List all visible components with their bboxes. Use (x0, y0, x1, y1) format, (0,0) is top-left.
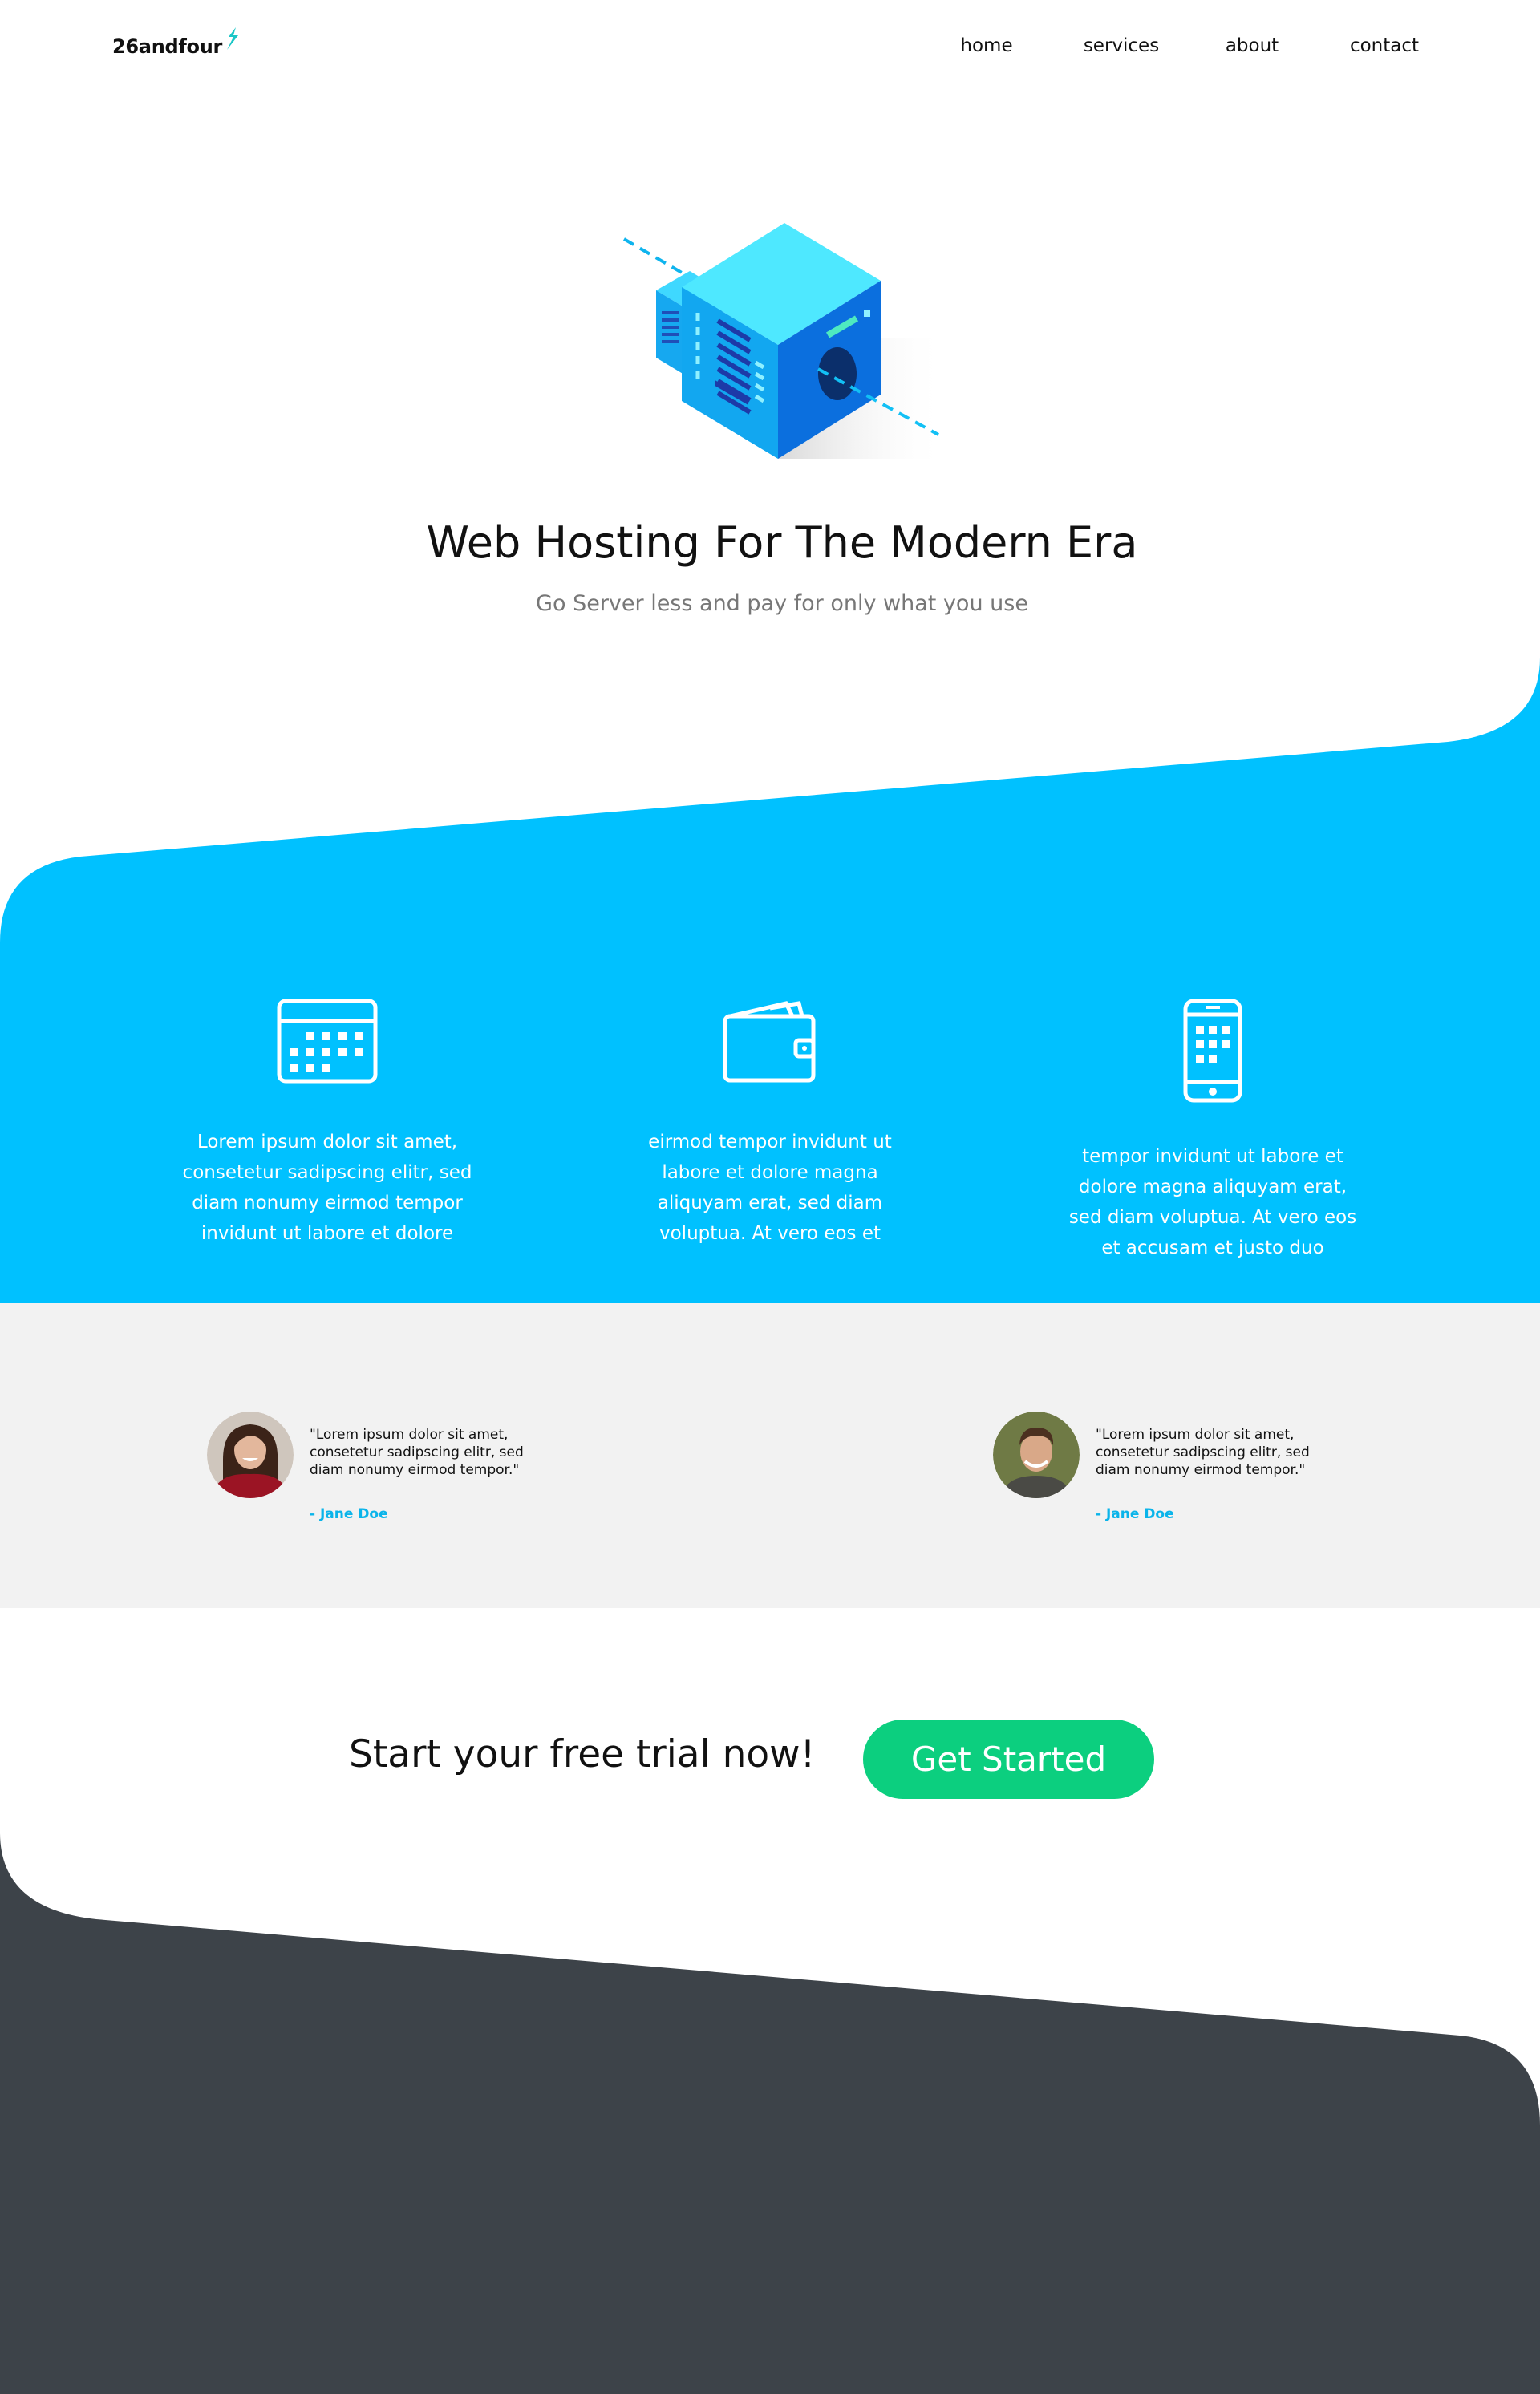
feature-text: tempor invidunt ut labore et dolore magn… (1068, 1146, 1357, 1258)
feature-wallet: eirmod tempor invidunt ut labore et dolo… (610, 999, 930, 1249)
footer-band (0, 1833, 1540, 2394)
testimonial-author: - Jane Doe (310, 1506, 388, 1522)
logo-text: 26andfour (112, 35, 223, 58)
nav-contact[interactable]: contact (1348, 35, 1420, 56)
nav-home[interactable]: home (958, 35, 1015, 56)
testimonial-card: "Lorem ipsum dolor sit amet, consetetur … (993, 1412, 1362, 1522)
feature-calendar: Lorem ipsum dolor sit amet, consetetur s… (167, 999, 488, 1249)
feature-text: eirmod tempor invidunt ut labore et dolo… (648, 1132, 892, 1244)
smartphone-icon (1183, 999, 1242, 1103)
testimonial-quote: "Lorem ipsum dolor sit amet, consetetur … (1096, 1427, 1310, 1478)
nav-about[interactable]: about (1224, 35, 1280, 56)
main-nav: home services about contact (958, 35, 1420, 56)
wallet-icon (723, 1001, 816, 1083)
hero-subtitle: Go Server less and pay for only what you… (536, 591, 1028, 616)
testimonial-card: "Lorem ipsum dolor sit amet, consetetur … (207, 1412, 576, 1522)
hero-title: Web Hosting For The Modern Era (426, 517, 1138, 568)
testimonial-quote: "Lorem ipsum dolor sit amet, consetetur … (310, 1427, 524, 1478)
testimonial-author: - Jane Doe (1096, 1506, 1174, 1522)
isometric-server-icon (622, 223, 946, 459)
bolt-icon (227, 27, 239, 50)
cta-text: Start your free trial now! (349, 1732, 816, 1776)
calendar-icon (277, 999, 378, 1084)
get-started-button[interactable]: Get Started (863, 1720, 1154, 1799)
nav-services[interactable]: services (1083, 35, 1160, 56)
avatar (993, 1412, 1080, 1498)
feature-text: Lorem ipsum dolor sit amet, consetetur s… (182, 1132, 472, 1244)
avatar (207, 1412, 294, 1498)
brand-logo[interactable]: 26andfour (112, 27, 241, 58)
feature-smartphone: tempor invidunt ut labore et dolore magn… (1052, 999, 1373, 1263)
